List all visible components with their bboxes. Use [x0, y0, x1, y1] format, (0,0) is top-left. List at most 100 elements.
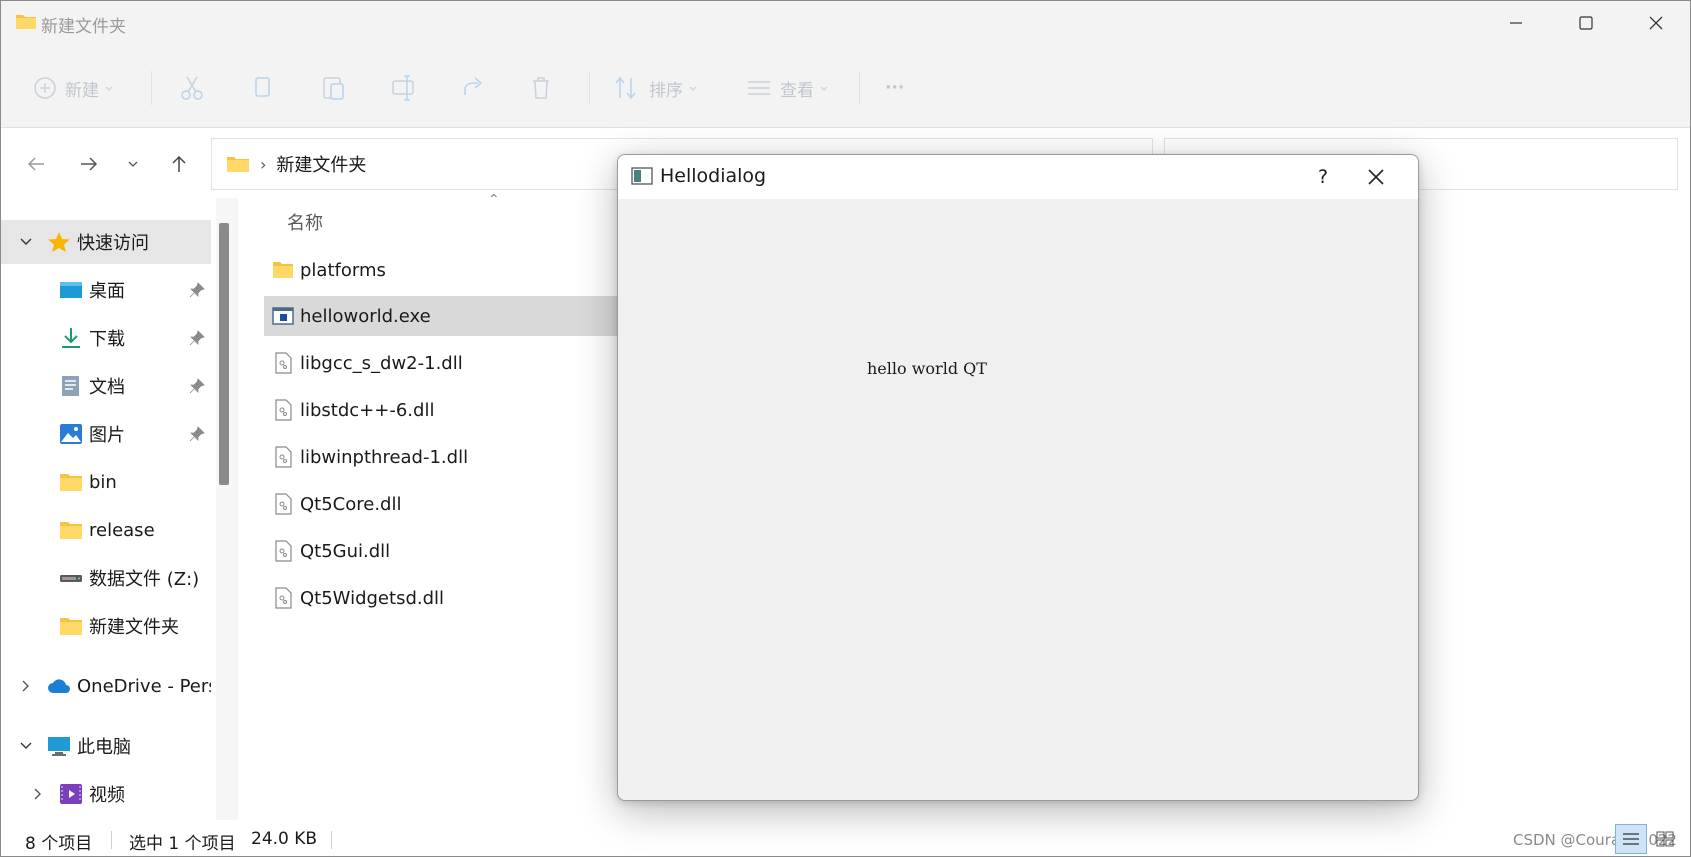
sidebar-label: release — [89, 519, 155, 541]
new-button[interactable]: 新建 — [33, 73, 115, 103]
sidebar-item-new-folder[interactable]: 新建文件夹 — [1, 604, 211, 648]
sidebar-item-pictures[interactable]: 图片 — [1, 412, 211, 456]
file-row-qt5core[interactable]: Qt5Core.dll — [264, 484, 619, 524]
minimize-button[interactable] — [1481, 1, 1551, 45]
dialog-title-bar[interactable]: Hellodialog ? — [618, 155, 1418, 199]
details-view-button[interactable] — [1615, 824, 1647, 854]
file-row-libwinpthread[interactable]: libwinpthread-1.dll — [264, 437, 619, 477]
cut-button[interactable] — [179, 73, 205, 103]
file-name: Qt5Core.dll — [300, 493, 402, 515]
details-view-icon — [1623, 833, 1639, 845]
chevron-right-icon — [34, 788, 41, 800]
folder-icon — [60, 618, 82, 635]
plus-circle-icon — [34, 77, 56, 99]
back-button[interactable] — [18, 146, 54, 182]
file-name: libwinpthread-1.dll — [300, 446, 469, 468]
sidebar-item-downloads[interactable]: 下载 — [1, 316, 211, 360]
video-icon — [60, 784, 82, 804]
more-icon: ··· — [885, 78, 905, 98]
file-name: platforms — [300, 259, 386, 281]
dll-file-icon — [275, 540, 292, 562]
sidebar-label: bin — [89, 471, 117, 493]
file-name: Qt5Gui.dll — [300, 540, 391, 562]
help-button[interactable]: ? — [1308, 161, 1338, 193]
title-bar: 新建文件夹 — [1, 1, 1690, 45]
sidebar-label: 视频 — [89, 785, 125, 806]
minimize-icon — [1510, 22, 1522, 24]
desktop-icon — [60, 282, 82, 298]
file-name: libgcc_s_dw2-1.dll — [300, 352, 463, 374]
close-icon — [1649, 16, 1663, 30]
file-row-libgcc[interactable]: libgcc_s_dw2-1.dll — [264, 343, 619, 383]
sidebar-label: 快速访问 — [77, 233, 149, 254]
sidebar-item-documents[interactable]: 文档 — [1, 364, 211, 408]
share-button[interactable] — [461, 73, 487, 103]
more-options-button[interactable]: ··· — [885, 73, 904, 103]
file-row-qt5gui[interactable]: Qt5Gui.dll — [264, 531, 619, 571]
sidebar-item-drive-z[interactable]: 数据文件 (Z:) — [1, 556, 211, 600]
pictures-icon — [60, 424, 82, 444]
share-icon — [464, 77, 483, 95]
arrow-up-icon — [172, 155, 186, 172]
sort-button[interactable]: 排序 — [613, 73, 699, 103]
sidebar-item-desktop[interactable]: 桌面 — [1, 268, 211, 312]
hello-label: hello world QT — [867, 359, 987, 378]
chevron-down-icon — [128, 161, 138, 167]
scissors-icon — [181, 76, 203, 100]
tiles-view-button[interactable] — [1649, 824, 1681, 854]
delete-button[interactable] — [529, 73, 553, 103]
app-window-icon — [631, 167, 653, 185]
copy-button[interactable] — [251, 73, 275, 103]
rename-button[interactable] — [391, 73, 417, 103]
exe-icon — [272, 307, 294, 325]
maximize-icon — [1579, 16, 1593, 30]
navigation-pane: 快速访问 桌面 下载 文档 图片 bin release 数据文件 (Z:) 新… — [1, 198, 216, 820]
file-name: Qt5Widgetsd.dll — [300, 587, 445, 609]
sort-label: 排序 — [649, 80, 683, 101]
folder-icon — [60, 474, 82, 491]
dll-file-icon — [275, 352, 292, 374]
chevron-right-icon — [22, 680, 29, 692]
recent-locations-button[interactable] — [115, 146, 151, 182]
file-row-platforms[interactable]: platforms — [264, 250, 619, 290]
drive-icon — [60, 575, 82, 582]
download-icon — [62, 328, 80, 348]
view-menu-button[interactable]: 查看 — [746, 73, 830, 103]
sidebar-label: 桌面 — [89, 281, 125, 302]
sidebar-item-quick-access[interactable]: 快速访问 — [1, 220, 211, 264]
sidebar-item-release[interactable]: release — [1, 508, 211, 552]
up-button[interactable] — [161, 146, 197, 182]
list-view-icon — [748, 81, 770, 95]
trash-icon — [533, 77, 549, 99]
maximize-button[interactable] — [1551, 1, 1621, 45]
sidebar-item-videos[interactable]: 视频 — [1, 772, 211, 816]
column-header-name[interactable]: 名称 — [287, 209, 323, 235]
dialog-title: Hellodialog — [660, 165, 767, 187]
file-row-libstdcpp[interactable]: libstdc++-6.dll — [264, 390, 619, 430]
sidebar-item-onedrive[interactable]: OneDrive - Pers — [1, 664, 211, 708]
sidebar-label: 下载 — [89, 329, 125, 350]
file-row-qt5widgetsd[interactable]: Qt5Widgetsd.dll — [264, 578, 619, 618]
paste-button[interactable] — [321, 73, 347, 103]
close-window-button[interactable] — [1621, 1, 1690, 45]
breadcrumb-current[interactable]: 新建文件夹 — [276, 151, 366, 177]
new-label: 新建 — [65, 80, 99, 101]
selection-size: 24.0 KB — [251, 829, 318, 849]
sidebar-scrollbar-thumb[interactable] — [219, 223, 229, 485]
dialog-close-button[interactable] — [1351, 159, 1401, 195]
copy-icon — [255, 77, 270, 97]
folder-icon — [60, 522, 82, 539]
dll-file-icon — [275, 399, 292, 421]
file-name: helloworld.exe — [300, 305, 431, 327]
file-row-helloworld-exe[interactable]: helloworld.exe — [264, 296, 619, 336]
sidebar-item-this-pc[interactable]: 此电脑 — [1, 724, 211, 768]
folder-icon — [227, 157, 249, 172]
sidebar-label: OneDrive - Pers — [77, 675, 211, 697]
sidebar-item-bin[interactable]: bin — [1, 460, 211, 504]
sidebar-label: 数据文件 (Z:) — [89, 569, 200, 590]
arrow-right-icon — [81, 157, 98, 171]
forward-button[interactable] — [71, 146, 107, 182]
rename-icon — [392, 75, 414, 101]
pin-icon — [189, 282, 205, 298]
tiles-view-icon — [1656, 831, 1674, 847]
